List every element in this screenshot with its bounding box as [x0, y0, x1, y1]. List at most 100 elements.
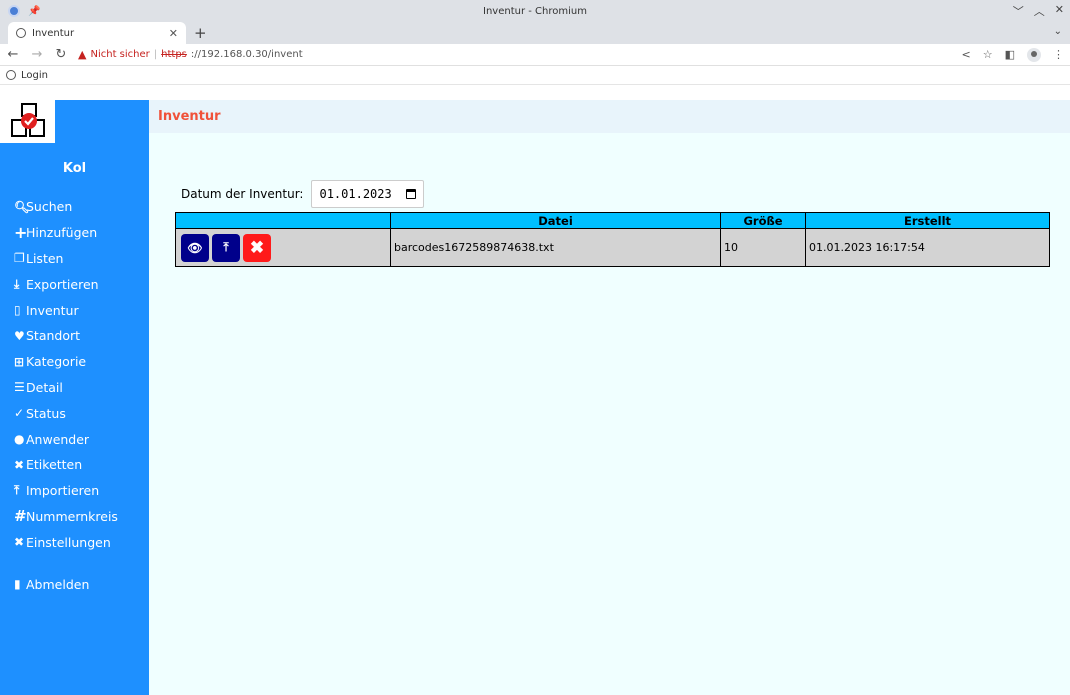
tab-inventur[interactable]: Inventur ✕ [8, 22, 186, 44]
table-row: 👁︎ ⤒ ✖ barcodes1672589874638.txt 10 01.0… [175, 228, 1050, 267]
logout-icon: ▮ [14, 577, 21, 592]
copy-icon: ❐ [14, 251, 25, 266]
main-content: Inventur Datum der Inventur: 01.01.2023 … [149, 100, 1070, 695]
minimize-icon[interactable]: ﹀ [1013, 3, 1024, 19]
col-actions [175, 212, 391, 229]
close-window-icon[interactable]: ✕ [1055, 3, 1064, 19]
clipboard-icon: ▯ [14, 303, 21, 318]
sidebar-item-detail[interactable]: ☰ Detail [0, 375, 149, 401]
not-secure-label[interactable]: Nicht sicher [90, 49, 149, 60]
view-button[interactable]: 👁︎ [181, 233, 209, 262]
maximize-icon[interactable]: ︿ [1034, 3, 1045, 19]
window-title: Inventur - Chromium [483, 5, 587, 17]
sidebar-item-label: Importieren [26, 483, 100, 499]
globe-icon [6, 70, 16, 80]
sidebar-item-label: Hinzufügen [26, 225, 98, 241]
sidebar-item-etiketten[interactable]: ✖ Etiketten [0, 452, 149, 478]
tab-close-icon[interactable]: ✕ [169, 27, 178, 40]
tools-icon: ✖ [14, 535, 25, 550]
side-panel-icon[interactable]: ◧ [1005, 48, 1015, 61]
bookmark-login[interactable]: Login [21, 70, 48, 81]
logo[interactable] [0, 100, 55, 143]
sidebar-item-kategorie[interactable]: ⊞ Kategorie [0, 349, 149, 375]
sidebar-item-hinzufuegen[interactable]: + Hinzufügen [0, 220, 149, 246]
plus-icon: + [14, 223, 28, 243]
calendar-icon[interactable] [406, 189, 417, 199]
date-value: 01.01.2023 [319, 187, 392, 201]
date-label: Datum der Inventur: [181, 187, 304, 201]
pin-icon[interactable]: 📌 [28, 6, 40, 17]
cell-created: 01.01.2023 16:17:54 [805, 228, 1050, 267]
hash-icon: # [14, 507, 27, 526]
delete-button[interactable]: ✖ [243, 233, 271, 262]
sidebar-item-label: Exportieren [26, 276, 99, 292]
files-table: Datei Größe Erstellt 👁︎ ⤒ ✖ barcodes1672… [175, 212, 1050, 267]
logo-boxes-icon [10, 102, 45, 137]
export-button[interactable]: ⤒ [212, 233, 240, 262]
list-icon: ☰ [14, 380, 25, 395]
sidebar-item-label: Kategorie [26, 354, 87, 370]
close-icon: ✖ [249, 237, 265, 257]
sidebar-item-label: Nummernkreis [26, 508, 118, 524]
sidebar-item-importieren[interactable]: ⤒ Importieren [0, 478, 149, 504]
reload-icon[interactable]: ↻ [54, 47, 68, 62]
sidebar-item-exportieren[interactable]: ⤓ Exportieren [0, 271, 149, 297]
sidebar-item-label: Anwender [26, 431, 90, 447]
forward-icon[interactable]: → [30, 47, 44, 62]
sidebar-item-abmelden[interactable]: ▮ Abmelden [0, 571, 149, 597]
new-tab-icon[interactable]: + [194, 24, 207, 42]
warning-icon: ▲ [78, 48, 87, 61]
table-header-row: Datei Größe Erstellt [175, 212, 1050, 229]
sidebar-item-label: Einstellungen [26, 534, 111, 550]
chromium-logo-icon [8, 5, 20, 17]
sidebar-item-label: Status [26, 405, 66, 421]
date-input[interactable]: 01.01.2023 [311, 180, 425, 208]
cell-file: barcodes1672589874638.txt [390, 228, 721, 267]
sidebar-item-label: Suchen [26, 199, 73, 215]
profile-icon[interactable] [1027, 47, 1041, 62]
grid-icon: ⊞ [14, 354, 25, 369]
cell-size: 10 [720, 228, 806, 267]
upload-icon: ⤒ [223, 240, 229, 254]
sidebar-item-inventur[interactable]: ▯ Inventur [0, 297, 149, 323]
sidebar-item-label: Abmelden [26, 576, 90, 592]
app-body: Kol 🔍︎ Suchen + Hinzufügen ❐ Listen ⤓ Export… [0, 100, 1070, 695]
user-icon: ● [14, 432, 25, 447]
search-icon: 🔍︎ [14, 199, 30, 214]
window-titlebar: 📌 Inventur - Chromium ﹀ ︿ ✕ [0, 0, 1070, 22]
page-title: Inventur [158, 109, 221, 124]
url-field[interactable]: ▲ Nicht sicher | https://192.168.0.30/in… [78, 48, 952, 61]
eye-icon: 👁︎ [187, 240, 203, 255]
globe-icon [16, 28, 26, 38]
col-erstellt: Erstellt [805, 212, 1050, 229]
sidebar-item-anwender[interactable]: ● Anwender [0, 426, 149, 452]
sidebar-item-label: Etiketten [26, 457, 83, 473]
sidebar: Kol 🔍︎ Suchen + Hinzufügen ❐ Listen ⤓ Export… [0, 100, 149, 695]
sidebar-item-suchen[interactable]: 🔍︎ Suchen [0, 194, 149, 220]
date-row: Datum der Inventur: 01.01.2023 [181, 180, 425, 208]
sidebar-item-status[interactable]: ✓ Status [0, 400, 149, 426]
sidebar-item-label: Standort [26, 328, 81, 344]
back-icon[interactable]: ← [6, 47, 20, 62]
address-bar: ← → ↻ ▲ Nicht sicher | https://192.168.0… [0, 44, 1070, 66]
sidebar-item-listen[interactable]: ❐ Listen [0, 246, 149, 272]
sidebar-item-label: Inventur [26, 302, 79, 318]
row-actions: 👁︎ ⤒ ✖ [175, 228, 391, 267]
upload-icon: ⤒ [14, 483, 20, 498]
bookmarks-bar: Login [0, 66, 1070, 85]
url-path: ://192.168.0.30/invent [190, 49, 303, 60]
sidebar-item-standort[interactable]: ♥︎ Standort [0, 323, 149, 349]
share-icon[interactable]: < [962, 48, 971, 61]
sidebar-item-einstellungen[interactable]: ✖ Einstellungen [0, 529, 149, 555]
page-header: Inventur [149, 100, 1070, 133]
sidebar-item-nummernkreis[interactable]: # Nummernkreis [0, 504, 149, 530]
map-pin-icon: ♥︎ [14, 328, 25, 343]
tab-search-icon[interactable]: ⌄ [1054, 26, 1062, 37]
menu-kebab-icon[interactable]: ⋮ [1053, 48, 1064, 61]
star-icon[interactable]: ☆ [983, 48, 993, 61]
col-groesse: Größe [720, 212, 806, 229]
url-separator: | [153, 49, 158, 60]
tools-icon: ✖ [14, 457, 25, 472]
download-icon: ⤓ [14, 276, 20, 291]
url-protocol: https [161, 49, 187, 60]
